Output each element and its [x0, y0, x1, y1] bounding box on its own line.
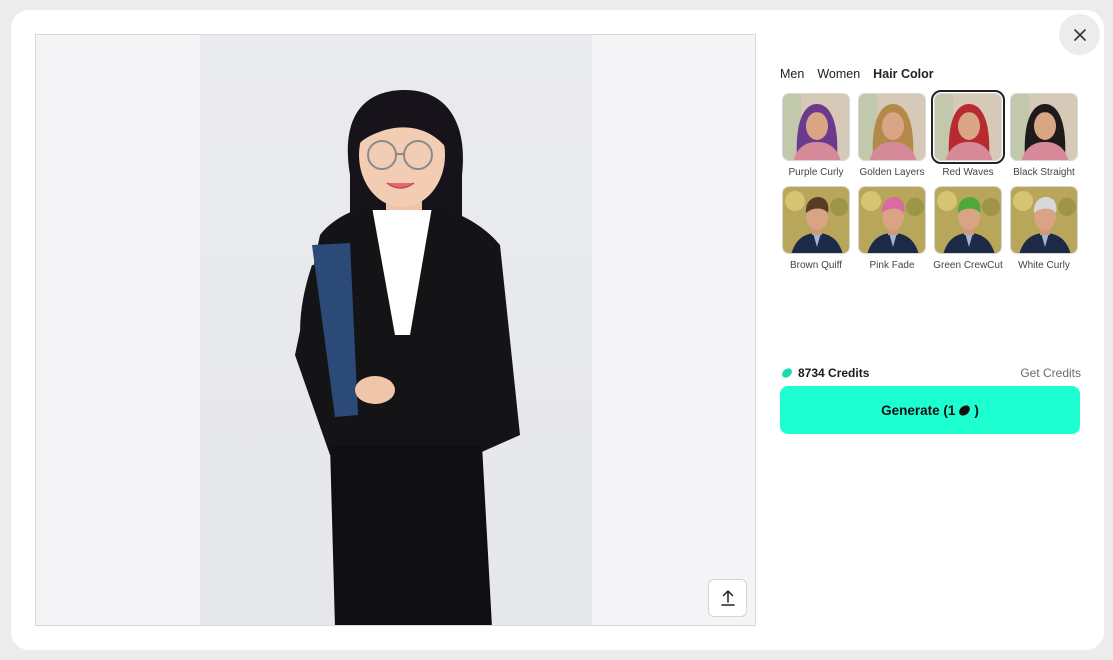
tab-women[interactable]: Women [817, 67, 860, 81]
credit-bean-icon [782, 368, 792, 378]
style-item-green-crewcut[interactable]: Green CrewCut [933, 186, 1003, 273]
category-tabs: Men Women Hair Color [780, 67, 947, 81]
photo-preview [35, 34, 756, 626]
style-item-white-curly[interactable]: White Curly [1009, 186, 1079, 273]
style-label: White Curly [1018, 260, 1070, 271]
tab-hair-color[interactable]: Hair Color [873, 67, 933, 81]
hair-style-modal: Men Women Hair Color Purple Curly Golden… [11, 10, 1104, 650]
upload-icon [720, 590, 735, 606]
credits-balance: 8734 Credits [781, 366, 869, 380]
style-item-red-waves[interactable]: Red Waves [931, 90, 1005, 180]
generate-label: Generate (1 [881, 402, 956, 418]
style-thumbnail [1010, 93, 1078, 161]
style-label: Pink Fade [869, 260, 915, 271]
style-item-pink-fade[interactable]: Pink Fade [857, 186, 927, 273]
generate-button[interactable]: Generate (1 ) [780, 386, 1080, 434]
get-credits-link[interactable]: Get Credits [1020, 366, 1081, 380]
generate-label-suffix: ) [974, 402, 979, 418]
style-thumbnail [858, 186, 926, 254]
portrait-photo [200, 35, 592, 625]
credits-amount: 8734 Credits [798, 366, 870, 380]
style-label: Brown Quiff [789, 260, 843, 271]
style-item-black-straight[interactable]: Black Straight [1009, 93, 1079, 180]
credits-row: 8734 Credits Get Credits [781, 366, 1081, 380]
style-thumbnail [1010, 186, 1078, 254]
tab-men[interactable]: Men [780, 67, 804, 81]
style-thumbnail [934, 186, 1002, 254]
style-item-brown-quiff[interactable]: Brown Quiff [781, 186, 851, 273]
close-icon [1073, 28, 1086, 41]
style-label: Red Waves [942, 167, 994, 178]
upload-button[interactable] [708, 579, 747, 617]
style-item-purple-curly[interactable]: Purple Curly [781, 93, 851, 180]
style-label: Purple Curly [788, 167, 844, 178]
style-label: Golden Layers [859, 167, 925, 178]
close-button[interactable] [1059, 14, 1100, 55]
style-thumbnail [782, 93, 850, 161]
style-label: Black Straight [1013, 167, 1075, 178]
style-item-golden-layers[interactable]: Golden Layers [857, 93, 927, 180]
credit-bean-icon [959, 404, 971, 416]
style-thumbnail [931, 90, 1005, 164]
style-label: Green CrewCut [933, 260, 1003, 271]
style-thumbnail [782, 186, 850, 254]
style-thumbnail [858, 93, 926, 161]
